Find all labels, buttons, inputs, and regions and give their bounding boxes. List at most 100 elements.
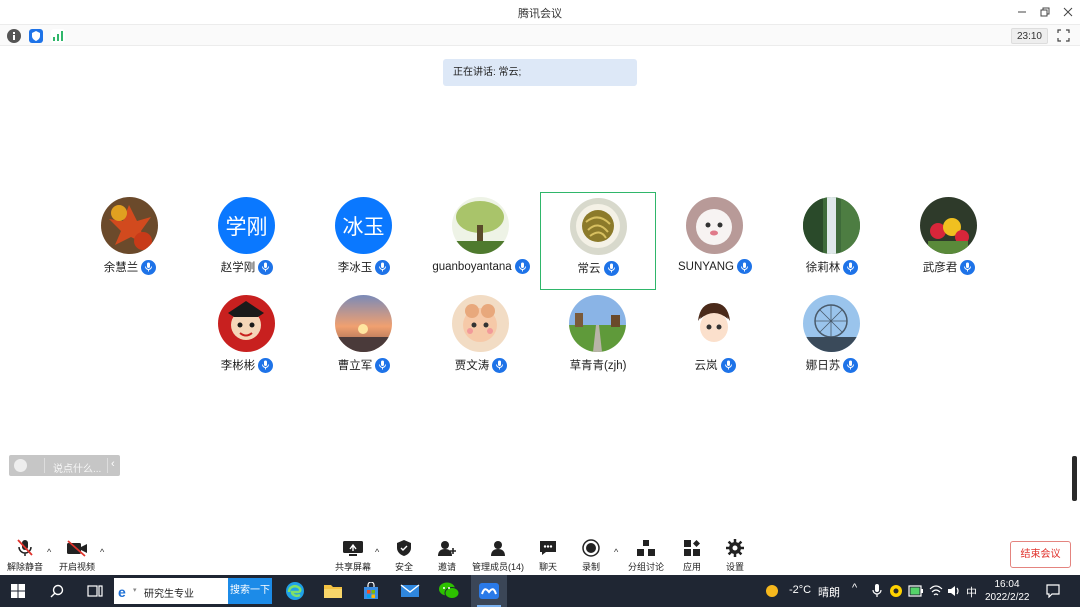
windows-start-button[interactable]: [0, 575, 36, 607]
avatar: [452, 295, 509, 352]
system-clock[interactable]: 16:04 2022/2/22: [985, 578, 1030, 604]
volume-icon[interactable]: [947, 584, 961, 598]
end-meeting-button[interactable]: 结束会议: [1010, 541, 1071, 568]
taskbar-file-explorer[interactable]: [316, 575, 350, 607]
taskbar-edge[interactable]: [278, 575, 312, 607]
avatar: [803, 295, 860, 352]
speaking-banner: 正在讲话: 常云;: [443, 59, 637, 86]
shield-icon[interactable]: [29, 29, 43, 43]
avatar: [686, 197, 743, 254]
chat-input[interactable]: 说点什么... ‹: [9, 455, 120, 476]
emoji-icon[interactable]: [14, 459, 27, 472]
participant-tile[interactable]: 云岚: [657, 290, 773, 388]
participant-tile[interactable]: 学刚 赵学刚: [189, 192, 305, 290]
participant-tile[interactable]: 草青青(zjh): [540, 290, 656, 388]
participant-name: 曹立军: [337, 360, 373, 372]
mic-icon: [141, 259, 157, 275]
mic-icon: [720, 357, 736, 373]
wifi-icon[interactable]: [929, 584, 943, 598]
avatar: [335, 295, 392, 352]
video-options-caret[interactable]: ^: [100, 547, 104, 557]
mic-icon: [603, 260, 619, 276]
avatar: [452, 197, 509, 254]
battery-charging-icon[interactable]: [908, 585, 924, 597]
record-button[interactable]: 录制: [577, 539, 605, 573]
avatar: [218, 295, 275, 352]
breakout-rooms-button[interactable]: 分组讨论: [626, 539, 666, 573]
participant-tile[interactable]: 徐莉林: [774, 192, 890, 290]
avatar: 冰玉: [335, 197, 392, 254]
participant-name: 赵学刚: [220, 262, 256, 274]
apps-button[interactable]: 应用: [678, 539, 706, 573]
avatar: [803, 197, 860, 254]
chat-button[interactable]: 聊天: [534, 539, 562, 573]
participant-tile-active-speaker[interactable]: 常云: [540, 192, 656, 290]
fullscreen-icon[interactable]: [1057, 29, 1070, 42]
participant-tile[interactable]: SUNYANG: [657, 192, 773, 290]
app-tray-icon[interactable]: [889, 584, 903, 598]
taskbar-search-button[interactable]: [40, 575, 74, 607]
microphone-icon[interactable]: [872, 584, 882, 598]
participant-tile[interactable]: 曹立军: [306, 290, 422, 388]
participant-tile[interactable]: 李彬彬: [189, 290, 305, 388]
browser-search-box[interactable]: e ▾ 研究生专业: [114, 578, 228, 604]
window-title: 腾讯会议: [518, 8, 562, 20]
participant-name: 余慧兰: [103, 262, 139, 274]
participant-tile[interactable]: 娜日苏: [774, 290, 890, 388]
avatar: [686, 295, 743, 352]
record-icon: [582, 539, 600, 557]
restore-icon: [1040, 7, 1050, 17]
taskbar-mail[interactable]: [393, 575, 427, 607]
close-button[interactable]: [1054, 2, 1080, 22]
participant-name: 李彬彬: [220, 360, 256, 372]
mic-icon: [258, 357, 274, 373]
scrollbar[interactable]: [1072, 456, 1077, 501]
task-view-button[interactable]: [78, 575, 112, 607]
search-go-button[interactable]: 搜索一下: [228, 578, 272, 604]
participant-name: 云岚: [694, 360, 718, 372]
tray-expand-icon[interactable]: ^: [852, 582, 857, 594]
participant-tile[interactable]: 武彦君: [891, 192, 1007, 290]
mic-icon: [492, 357, 508, 373]
ime-indicator[interactable]: 中: [966, 584, 977, 600]
share-screen-button[interactable]: 共享屏幕: [334, 539, 372, 573]
record-options-caret[interactable]: ^: [614, 547, 618, 557]
mic-icon: [960, 259, 976, 275]
share-screen-icon: [343, 541, 363, 556]
participant-tile[interactable]: guanboyantana: [423, 192, 539, 290]
chat-icon: [540, 541, 556, 555]
security-button[interactable]: 安全: [390, 539, 418, 573]
notification-icon[interactable]: [1046, 584, 1060, 598]
task-view-icon: [87, 585, 103, 597]
participant-tile[interactable]: 贾文涛: [423, 290, 539, 388]
breakout-icon: [637, 540, 655, 556]
taskbar-wechat[interactable]: [432, 575, 466, 607]
participant-name: 常云: [577, 263, 601, 275]
weather-sun-icon[interactable]: [765, 584, 779, 598]
taskbar-tencent-meeting[interactable]: [471, 575, 507, 607]
weather-desc[interactable]: 晴朗: [818, 584, 840, 600]
search-icon: [50, 584, 64, 598]
taskbar-store[interactable]: [354, 575, 388, 607]
manage-members-button[interactable]: 管理成员(14): [470, 539, 526, 573]
dropdown-caret-icon[interactable]: ▾: [133, 586, 137, 594]
start-video-button[interactable]: 开启视频: [58, 539, 96, 573]
settings-button[interactable]: 设置: [721, 539, 749, 573]
close-icon: [1063, 7, 1073, 17]
weather-temp[interactable]: -2°C: [789, 584, 811, 596]
collapse-icon[interactable]: ‹: [111, 458, 115, 470]
windows-logo-icon: [11, 584, 25, 598]
participant-tile[interactable]: 冰玉 李冰玉: [306, 192, 422, 290]
mic-icon: [843, 259, 859, 275]
audio-options-caret[interactable]: ^: [47, 547, 51, 557]
share-options-caret[interactable]: ^: [375, 547, 379, 557]
invite-button[interactable]: 邀请: [433, 539, 461, 573]
mic-icon: [375, 357, 391, 373]
participant-name: guanboyantana: [432, 260, 512, 273]
signal-icon[interactable]: [51, 29, 65, 43]
minimize-icon: [1018, 11, 1026, 13]
unmute-button[interactable]: 解除静音: [7, 539, 43, 573]
participant-tile[interactable]: 余慧兰: [72, 192, 188, 290]
avatar: [569, 295, 626, 352]
info-icon[interactable]: [7, 29, 21, 43]
